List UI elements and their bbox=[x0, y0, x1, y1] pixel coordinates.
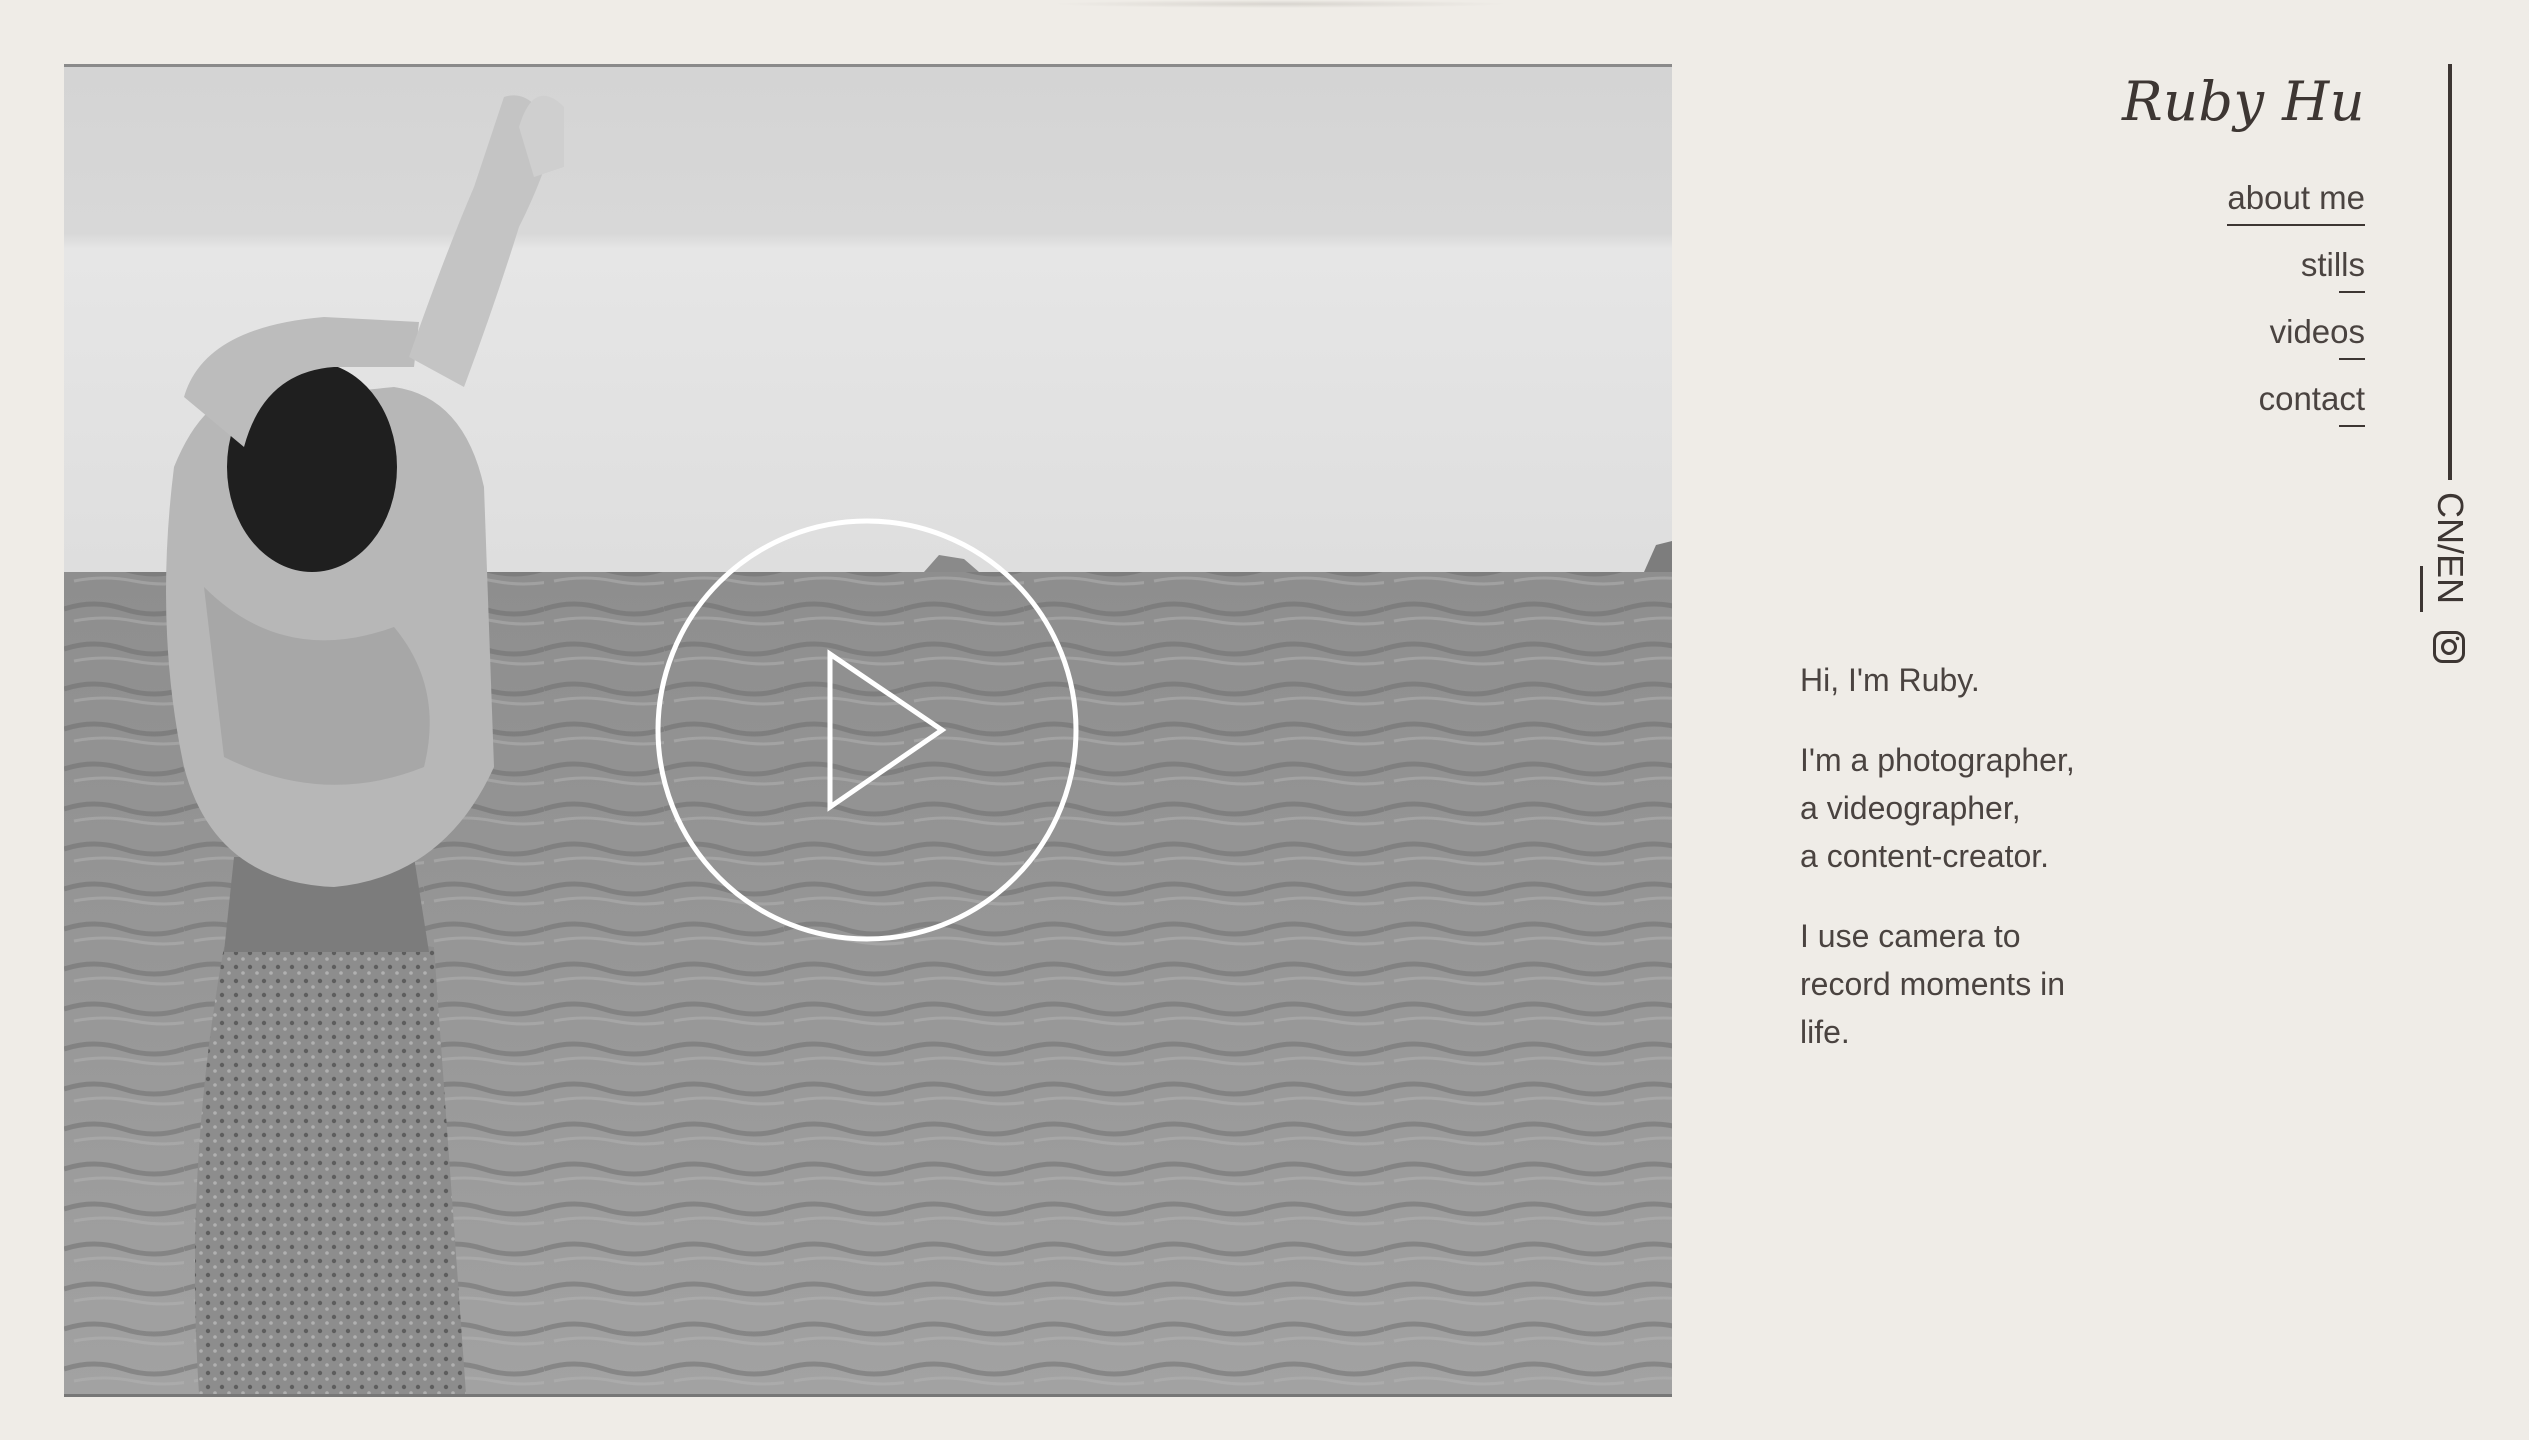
intro-purpose: I use camera to record moments in life. bbox=[1800, 912, 2200, 1056]
nav-item-label: videos bbox=[2269, 313, 2365, 350]
nav-underline bbox=[2339, 291, 2365, 293]
play-icon bbox=[655, 518, 1079, 942]
nav-item-contact[interactable]: contact bbox=[2227, 377, 2365, 427]
intro-line: I'm a photographer, bbox=[1800, 742, 2075, 778]
nav-underline bbox=[2339, 358, 2365, 360]
intro-greeting: Hi, I'm Ruby. bbox=[1800, 656, 2200, 704]
page: Ruby Hu about me stills videos contact C… bbox=[0, 0, 2529, 1440]
nav-item-videos[interactable]: videos bbox=[2227, 310, 2365, 360]
top-decoration bbox=[1050, 0, 1510, 8]
language-toggle-underline bbox=[2420, 566, 2423, 612]
nav-item-label: stills bbox=[2300, 246, 2365, 283]
nav-item-label: contact bbox=[2258, 380, 2365, 417]
nav-item-stills[interactable]: stills bbox=[2227, 243, 2365, 293]
language-toggle[interactable]: CN/EN bbox=[2430, 492, 2471, 616]
vertical-divider bbox=[2448, 64, 2452, 480]
intro-roles: I'm a photographer, a videographer, a co… bbox=[1800, 736, 2200, 880]
intro-text: Hi, I'm Ruby. I'm a photographer, a vide… bbox=[1800, 656, 2200, 1088]
nav-underline bbox=[2339, 425, 2365, 427]
intro-line: life. bbox=[1800, 1014, 1850, 1050]
intro-line: Hi, I'm Ruby. bbox=[1800, 662, 1980, 698]
instagram-link[interactable] bbox=[2432, 630, 2466, 664]
main-nav: about me stills videos contact bbox=[2227, 176, 2365, 444]
intro-line: a videographer, bbox=[1800, 790, 2021, 826]
instagram-icon bbox=[2433, 631, 2465, 663]
video-player[interactable] bbox=[64, 64, 1672, 1397]
intro-line: record moments in bbox=[1800, 966, 2065, 1002]
site-title[interactable]: Ruby Hu bbox=[2122, 70, 2365, 133]
intro-line: a content-creator. bbox=[1800, 838, 2050, 874]
intro-line: I use camera to bbox=[1800, 918, 2021, 954]
play-button[interactable] bbox=[655, 518, 1079, 942]
nav-item-about-me[interactable]: about me bbox=[2227, 176, 2365, 226]
language-toggle-label: CN/EN bbox=[2430, 492, 2471, 605]
nav-underline bbox=[2227, 224, 2365, 226]
nav-item-label: about me bbox=[2227, 179, 2365, 216]
